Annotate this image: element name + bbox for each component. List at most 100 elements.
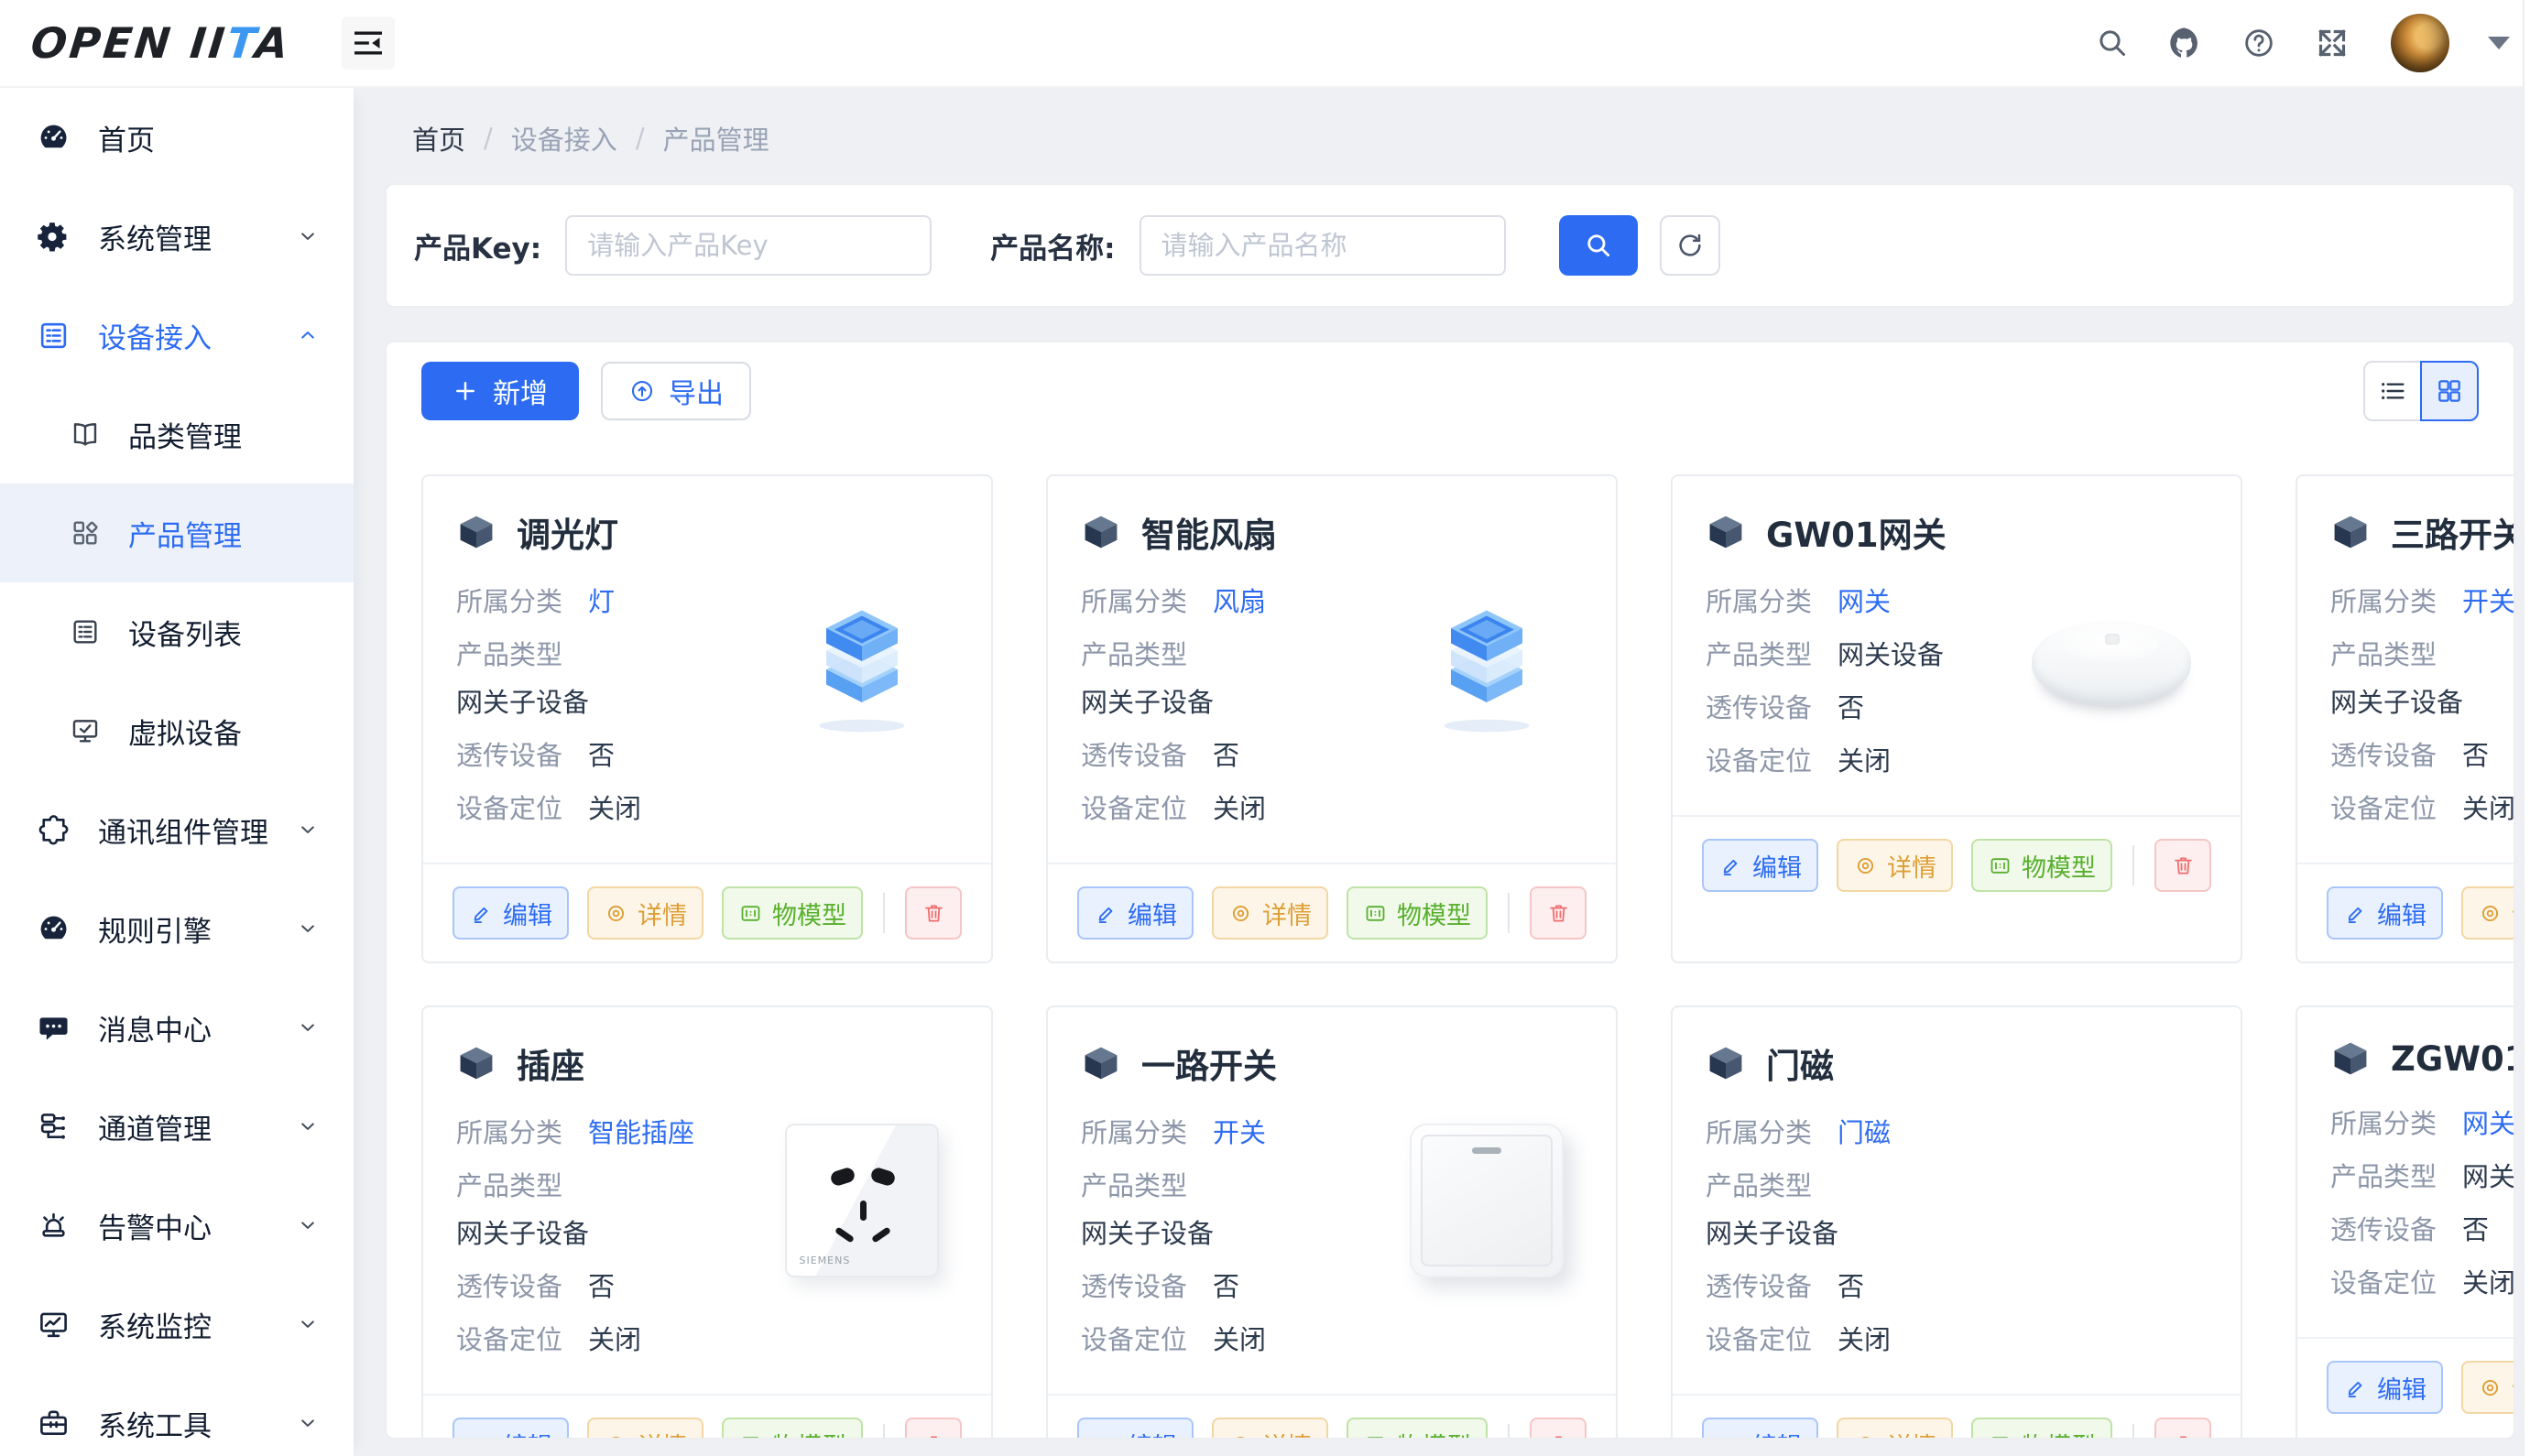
- grid-view-icon: [2435, 376, 2464, 406]
- field-value: 否: [588, 1271, 615, 1302]
- help-icon[interactable]: [2241, 25, 2277, 61]
- eye-icon: [604, 1432, 628, 1440]
- sidebar-item-设备列表[interactable]: 设备列表: [0, 582, 354, 681]
- product-card-ZGW01: ZGW01 所属分类网关产品类型网关设备透传设备否设备定位关闭 编辑 详情 物模…: [2296, 1005, 2515, 1440]
- refresh-button[interactable]: [1660, 215, 1720, 276]
- sidebar-item-设备接入[interactable]: 设备接入: [0, 286, 354, 385]
- sidebar-item-品类管理[interactable]: 品类管理: [0, 385, 354, 484]
- sidebar-item-规则引擎[interactable]: 规则引擎: [0, 879, 354, 978]
- detail-button[interactable]: 详情: [1212, 886, 1328, 940]
- field-value: 否: [1213, 740, 1239, 771]
- avatar[interactable]: [2391, 14, 2449, 72]
- action-label: 物模型: [1397, 896, 1471, 931]
- product-key-input[interactable]: [565, 215, 932, 276]
- action-label: 详情: [2512, 896, 2515, 931]
- product-title: 调光灯: [517, 507, 618, 557]
- thing-model-button[interactable]: 物模型: [1971, 839, 2112, 892]
- edit-button[interactable]: 编辑: [1702, 1418, 1818, 1440]
- field-label: 产品类型: [1081, 639, 1187, 670]
- field-value[interactable]: 开关: [2462, 586, 2515, 617]
- field-value[interactable]: 灯: [588, 586, 615, 617]
- product-card-body: 调光灯 所属分类灯产品类型网关子设备透传设备否设备定位关闭: [423, 476, 991, 863]
- detail-button[interactable]: 详情: [2461, 1361, 2515, 1414]
- delete-button[interactable]: [905, 1418, 962, 1440]
- sidebar-item-系统管理[interactable]: 系统管理: [0, 187, 354, 286]
- add-button[interactable]: 新增: [421, 362, 579, 420]
- product-card-智能风扇: 智能风扇 所属分类风扇产品类型网关子设备透传设备否设备定位关闭 编辑 详情 物模…: [1046, 474, 1618, 963]
- edit-button[interactable]: 编辑: [1077, 886, 1194, 940]
- sidebar-item-告警中心[interactable]: 告警中心: [0, 1176, 354, 1275]
- edit-button[interactable]: 编辑: [453, 886, 569, 940]
- list-view-toggle[interactable]: [2363, 361, 2422, 421]
- field-label: 产品类型: [1081, 1170, 1187, 1201]
- detail-button[interactable]: 详情: [587, 1418, 703, 1440]
- fullscreen-icon[interactable]: [2314, 25, 2350, 61]
- caret-down-icon[interactable]: [2488, 37, 2510, 49]
- detail-button[interactable]: 详情: [1837, 1418, 1953, 1440]
- delete-button[interactable]: [2154, 1418, 2211, 1440]
- field-label: 透传设备: [456, 1271, 562, 1302]
- edit-button[interactable]: 编辑: [2327, 1361, 2443, 1414]
- field-row: 产品类型网关子设备: [2330, 637, 2515, 720]
- thing-model-button[interactable]: 物模型: [722, 1418, 863, 1440]
- field-row: 透传设备否: [2330, 738, 2515, 773]
- field-label: 产品类型: [456, 639, 562, 670]
- product-name-input[interactable]: [1140, 215, 1506, 276]
- sidebar-item-通道管理[interactable]: 通道管理: [0, 1077, 354, 1176]
- detail-button[interactable]: 详情: [1837, 839, 1953, 892]
- export-button[interactable]: 导出: [601, 362, 751, 420]
- sidebar-item-消息中心[interactable]: 消息中心: [0, 978, 354, 1077]
- scrollbar[interactable]: [2523, 0, 2541, 1456]
- field-value: 否: [1213, 1271, 1239, 1302]
- field-label: 所属分类: [1706, 586, 1812, 617]
- edit-button[interactable]: 编辑: [453, 1418, 569, 1440]
- detail-button[interactable]: 详情: [2461, 886, 2515, 940]
- detail-button[interactable]: 详情: [587, 886, 703, 940]
- field-value[interactable]: 网关: [2462, 1108, 2515, 1139]
- sidebar-item-产品管理[interactable]: 产品管理: [0, 484, 354, 582]
- field-value[interactable]: 风扇: [1213, 586, 1266, 617]
- edit-button[interactable]: 编辑: [2327, 886, 2443, 940]
- search-icon[interactable]: [2094, 25, 2131, 61]
- action-label: 物模型: [772, 896, 846, 931]
- sidebar-item-首页[interactable]: 首页: [0, 88, 354, 187]
- field-value[interactable]: 智能插座: [588, 1117, 694, 1148]
- field-value[interactable]: 开关: [1213, 1117, 1266, 1148]
- edit-button[interactable]: 编辑: [1077, 1418, 1194, 1440]
- edit-button[interactable]: 编辑: [1702, 839, 1818, 892]
- delete-button[interactable]: [1530, 886, 1587, 940]
- action-label: 编辑: [2377, 896, 2426, 931]
- field-value[interactable]: 门磁: [1838, 1117, 1891, 1148]
- action-label: 编辑: [1752, 1427, 1802, 1440]
- sidebar-item-虚拟设备[interactable]: 虚拟设备: [0, 681, 354, 780]
- breadcrumb-item[interactable]: 设备接入: [511, 119, 617, 158]
- detail-button[interactable]: 详情: [1212, 1418, 1328, 1440]
- sidebar-item-系统工具[interactable]: 系统工具: [0, 1374, 354, 1456]
- delete-button[interactable]: [905, 886, 962, 940]
- plus-icon: [453, 378, 478, 404]
- github-icon[interactable]: [2167, 25, 2204, 61]
- sidebar-item-label: 系统管理: [98, 216, 212, 257]
- sidebar-item-label: 规则引擎: [98, 908, 212, 950]
- field-value: 否: [588, 740, 615, 771]
- field-value: 网关设备: [1838, 639, 1944, 670]
- thing-model-button[interactable]: 物模型: [1347, 886, 1488, 940]
- delete-button[interactable]: [2154, 839, 2211, 892]
- sidebar-collapse-button[interactable]: [342, 16, 395, 70]
- eye-icon: [1853, 1432, 1878, 1440]
- grid-view-toggle[interactable]: [2420, 361, 2479, 421]
- breadcrumb-item[interactable]: 产品管理: [663, 119, 769, 158]
- chev-down-icon: [295, 1114, 321, 1139]
- thing-model-button[interactable]: 物模型: [1971, 1418, 2112, 1440]
- field-row: 设备定位关闭: [1081, 1322, 1383, 1357]
- field-label: 产品类型: [2330, 1161, 2437, 1192]
- search-button[interactable]: [1559, 215, 1638, 276]
- sidebar-item-系统监控[interactable]: 系统监控: [0, 1275, 354, 1374]
- delete-button[interactable]: [1530, 1418, 1587, 1440]
- sidebar-item-通讯组件管理[interactable]: 通讯组件管理: [0, 780, 354, 879]
- thing-model-button[interactable]: 物模型: [722, 886, 863, 940]
- product-key-label: 产品Key:: [414, 225, 541, 266]
- product-card-footer: 编辑 详情 物模型: [2297, 1337, 2515, 1436]
- field-value[interactable]: 网关: [1838, 586, 1891, 617]
- thing-model-button[interactable]: 物模型: [1347, 1418, 1488, 1440]
